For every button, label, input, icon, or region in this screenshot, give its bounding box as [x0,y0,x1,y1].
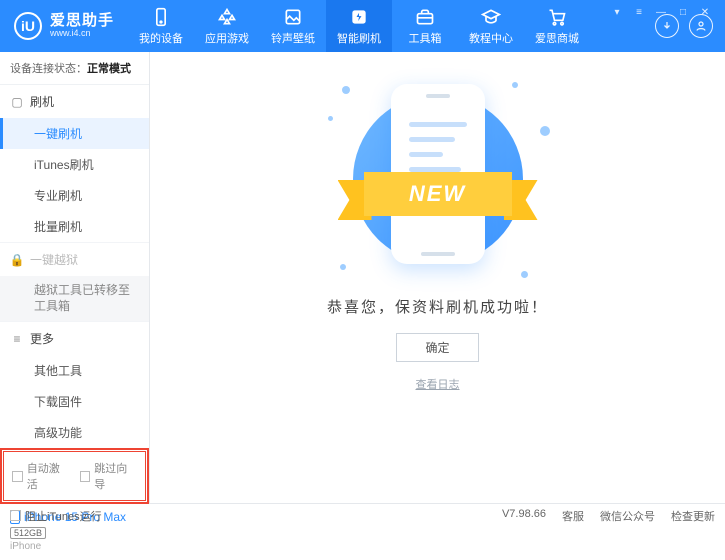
options-highlight-box: 自动激活 跳过向导 [0,448,149,504]
status-prefix: 设备连接状态： [10,63,87,75]
graduation-icon [481,7,501,27]
user-icon [695,20,707,32]
success-illustration: NEW [318,76,558,286]
nav-label: 应用游戏 [205,30,249,46]
section-title: 一键越狱 [30,251,78,268]
connection-status: 设备连接状态：正常模式 [0,52,149,85]
jailbreak-moved-note: 越狱工具已转移至工具箱 [0,276,149,321]
titlebar: iU 爱思助手 www.i4.cn 我的设备 应用游戏 铃声壁纸 智能刷机 工具… [0,0,725,52]
minimize-button[interactable]: — [655,6,667,18]
sidebar: 设备连接状态：正常模式 ▢ 刷机 一键刷机 iTunes刷机 专业刷机 批量刷机… [0,52,150,503]
nav-my-device[interactable]: 我的设备 [128,0,194,52]
nav-label: 工具箱 [409,30,442,46]
main-content: NEW 恭喜您，保资料刷机成功啦！ 确定 查看日志 [150,52,725,503]
section-jailbreak: 🔒 一键越狱 [0,243,149,276]
checkbox-label: 跳过向导 [94,460,137,492]
section-flash[interactable]: ▢ 刷机 [0,85,149,118]
success-message: 恭喜您，保资料刷机成功啦！ [327,296,548,317]
app-icon [217,7,237,27]
nav-smart-flash[interactable]: 智能刷机 [326,0,392,52]
sidebar-item-onekey-flash[interactable]: 一键刷机 [0,118,149,149]
check-update-link[interactable]: 检查更新 [671,508,715,524]
nav-tutorials[interactable]: 教程中心 [458,0,524,52]
cart-icon [547,7,567,27]
sidebar-item-pro-flash[interactable]: 专业刷机 [0,180,149,211]
section-title: 更多 [30,330,54,347]
checkbox-label: 阻止iTunes运行 [25,508,102,524]
checkbox-skip-guide[interactable]: 跳过向导 [80,460,138,492]
checkbox-block-itunes[interactable]: 阻止iTunes运行 [10,508,102,524]
sidebar-item-advanced[interactable]: 高级功能 [0,417,149,448]
checkbox-icon [80,471,91,482]
new-ribbon: NEW [338,172,538,216]
checkbox-icon [12,471,23,482]
picture-icon [283,7,303,27]
sidebar-item-other-tools[interactable]: 其他工具 [0,355,149,386]
nav-label: 我的设备 [139,30,183,46]
ribbon-text: NEW [364,172,512,216]
lock-icon: 🔒 [10,253,24,267]
checkbox-icon [10,510,21,521]
nav-label: 爱思商城 [535,30,579,46]
storage-badge: 512GB [10,527,46,539]
wechat-link[interactable]: 微信公众号 [600,508,655,524]
nav-ringtones[interactable]: 铃声壁纸 [260,0,326,52]
section-title: 刷机 [30,93,54,110]
top-nav: 我的设备 应用游戏 铃声壁纸 智能刷机 工具箱 教程中心 爱思商城 [128,0,655,52]
window-controls: ▾ ≡ — □ ✕ [611,2,721,18]
nav-label: 教程中心 [469,30,513,46]
toolbox-icon [415,7,435,27]
phone-icon [151,7,171,27]
view-log-link[interactable]: 查看日志 [416,376,460,392]
sidebar-item-download-firmware[interactable]: 下载固件 [0,386,149,417]
nav-label: 智能刷机 [337,30,381,46]
status-value: 正常模式 [87,63,131,75]
brand-url: www.i4.cn [50,29,114,39]
logo-icon: iU [14,12,42,40]
nav-label: 铃声壁纸 [271,30,315,46]
version-label: V7.98.66 [502,508,546,524]
section-more[interactable]: ≡ 更多 [0,322,149,355]
brand: iU 爱思助手 www.i4.cn [0,12,128,40]
phone-icon: ▢ [10,95,24,109]
checkbox-label: 自动激活 [27,460,70,492]
ok-button[interactable]: 确定 [396,333,478,362]
device-type: iPhone [10,541,139,552]
download-icon [661,20,673,32]
menu-icon[interactable]: ▾ [611,6,623,18]
nav-store[interactable]: 爱思商城 [524,0,590,52]
flash-icon [349,7,369,27]
support-link[interactable]: 客服 [562,508,584,524]
close-button[interactable]: ✕ [699,6,711,18]
sidebar-item-itunes-flash[interactable]: iTunes刷机 [0,149,149,180]
sidebar-item-batch-flash[interactable]: 批量刷机 [0,211,149,242]
nav-toolbox[interactable]: 工具箱 [392,0,458,52]
settings-icon[interactable]: ≡ [633,6,645,18]
checkbox-auto-activate[interactable]: 自动激活 [12,460,70,492]
list-icon: ≡ [10,332,24,346]
maximize-button[interactable]: □ [677,6,689,18]
nav-apps-games[interactable]: 应用游戏 [194,0,260,52]
brand-name: 爱思助手 [50,13,114,30]
